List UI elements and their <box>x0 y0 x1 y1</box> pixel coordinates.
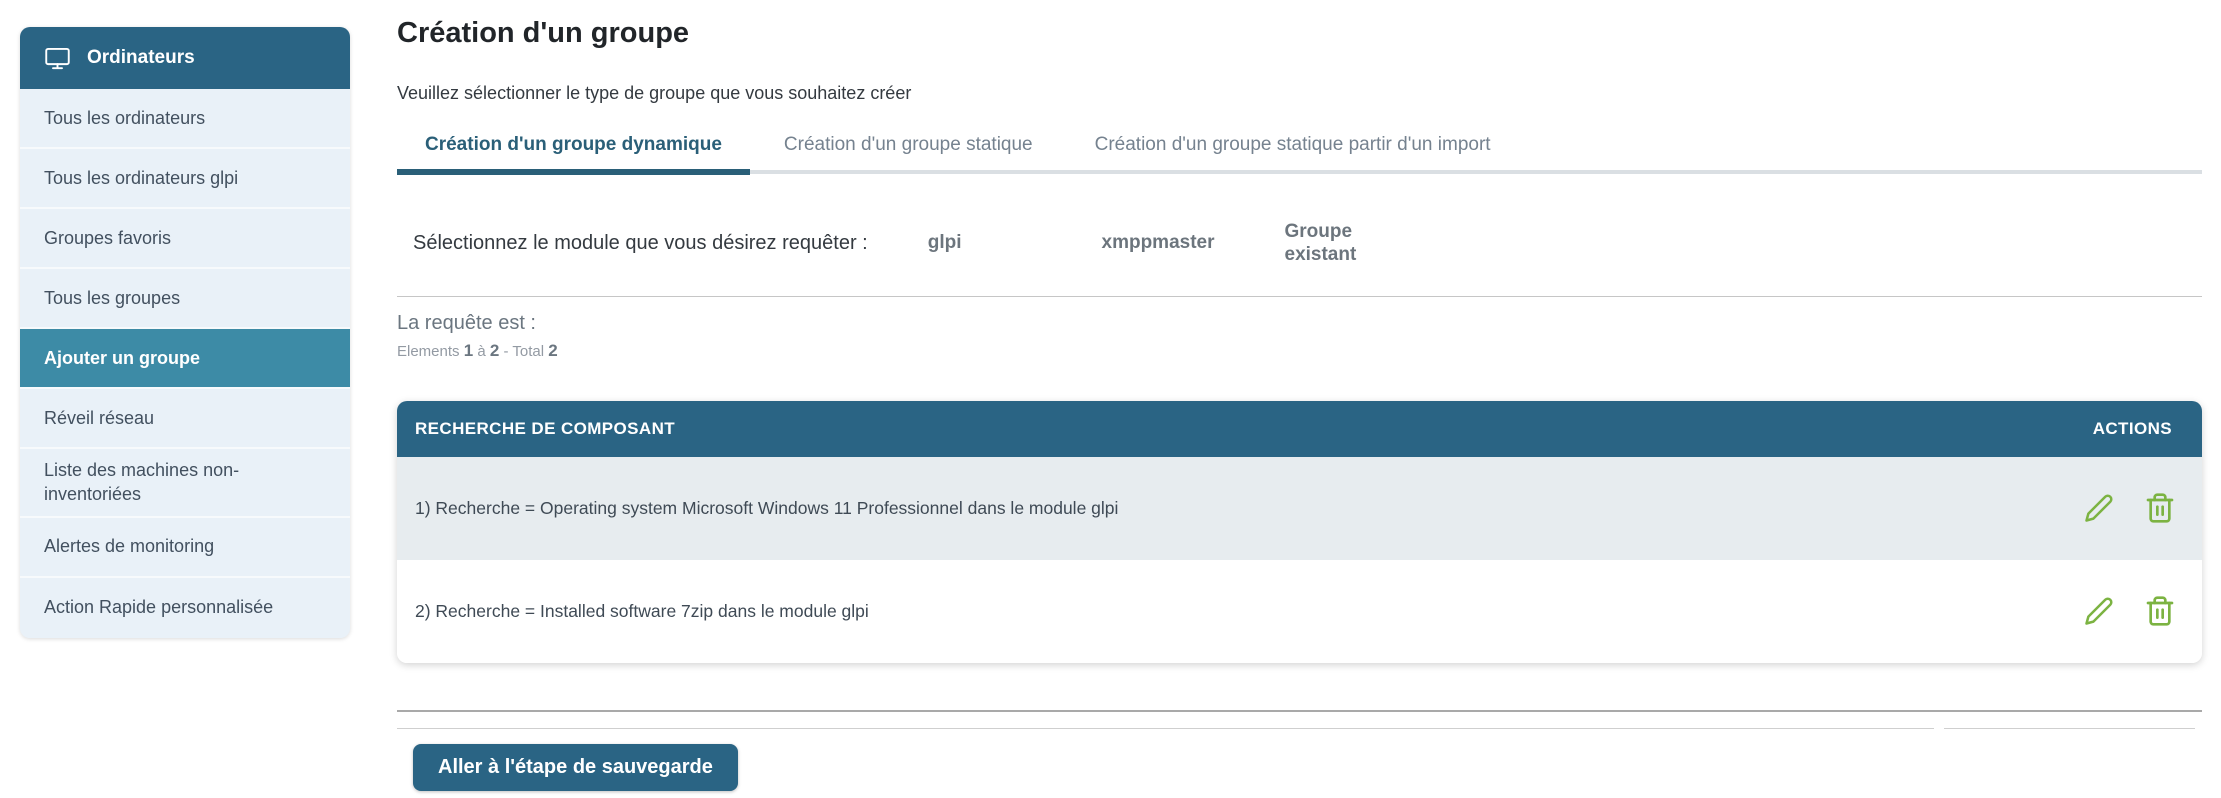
module-selector-label: Sélectionnez le module que vous désirez … <box>413 232 868 255</box>
divider-bottom-light <box>397 728 2195 729</box>
query-elements-summary: Elements 1 à 2 - Total 2 <box>397 341 2202 361</box>
sidebar-item-label: Liste des machines non-inventoriées <box>44 458 326 507</box>
sidebar-item-alertes-monitoring[interactable]: Alertes de monitoring <box>20 518 350 578</box>
sidebar-header-label: Ordinateurs <box>87 47 195 69</box>
page-title: Création d'un groupe <box>397 16 2202 51</box>
delete-icon[interactable] <box>2144 492 2176 524</box>
sidebar-header-ordinateurs: Ordinateurs <box>20 27 350 89</box>
search-components-table: RECHERCHE DE COMPOSANT ACTIONS 1) Recher… <box>397 401 2202 663</box>
divider-above-query <box>397 296 2202 297</box>
search-criterion-text: 2) Recherche = Installed software 7zip d… <box>415 601 869 622</box>
divider-segment <box>397 728 1934 729</box>
table-header-actions: ACTIONS <box>2093 419 2172 439</box>
divider-segment <box>1944 728 2195 729</box>
row-actions <box>2084 595 2176 627</box>
sidebar-item-ajouter-un-groupe[interactable]: Ajouter un groupe <box>20 329 350 389</box>
module-option-glpi[interactable]: glpi <box>928 232 962 255</box>
module-selector-row: Sélectionnez le module que vous désirez … <box>397 219 2202 269</box>
sidebar-item-label: Tous les ordinateurs glpi <box>44 166 238 190</box>
tab-groupe-dynamique[interactable]: Création d'un groupe dynamique <box>397 134 750 170</box>
module-option-xmppmaster[interactable]: xmppmaster <box>1102 232 1215 255</box>
elements-total: 2 <box>548 341 557 360</box>
table-row: 2) Recherche = Installed software 7zip d… <box>397 560 2202 663</box>
main-content: Création d'un groupe Veuillez sélectionn… <box>397 0 2202 791</box>
elements-to: 2 <box>490 341 499 360</box>
page-subtitle: Veuillez sélectionner le type de groupe … <box>397 83 2202 104</box>
sidebar-item-tous-les-ordinateurs[interactable]: Tous les ordinateurs <box>20 89 350 149</box>
edit-icon[interactable] <box>2084 493 2114 523</box>
sidebar-item-label: Action Rapide personnalisée <box>44 595 273 619</box>
elements-to-sep: à <box>477 343 485 360</box>
sidebar: Ordinateurs Tous les ordinateurs Tous le… <box>20 27 350 638</box>
search-criterion-text: 1) Recherche = Operating system Microsof… <box>415 498 1118 519</box>
tab-groupe-statique-import[interactable]: Création d'un groupe statique partir d'u… <box>1067 134 1519 170</box>
sidebar-item-reveil-reseau[interactable]: Réveil réseau <box>20 389 350 449</box>
sidebar-item-label: Groupes favoris <box>44 226 171 250</box>
sidebar-item-label: Ajouter un groupe <box>44 346 200 370</box>
tab-groupe-statique[interactable]: Création d'un groupe statique <box>756 134 1061 170</box>
query-label: La requête est : <box>397 312 2202 335</box>
table-header-row: RECHERCHE DE COMPOSANT ACTIONS <box>397 401 2202 457</box>
tab-bar: Création d'un groupe dynamique Création … <box>397 134 2202 174</box>
elements-from: 1 <box>464 341 473 360</box>
module-option-groupe-existant[interactable]: Groupe existant <box>1285 221 1385 267</box>
sidebar-item-machines-non-inventoriees[interactable]: Liste des machines non-inventoriées <box>20 449 350 518</box>
sidebar-item-groupes-favoris[interactable]: Groupes favoris <box>20 209 350 269</box>
delete-icon[interactable] <box>2144 595 2176 627</box>
table-row: 1) Recherche = Operating system Microsof… <box>397 457 2202 560</box>
elements-text: Elements <box>397 343 460 360</box>
sidebar-item-label: Tous les groupes <box>44 286 180 310</box>
sidebar-item-action-rapide[interactable]: Action Rapide personnalisée <box>20 578 350 638</box>
sidebar-item-label: Alertes de monitoring <box>44 534 214 558</box>
sidebar-item-label: Tous les ordinateurs <box>44 106 205 130</box>
monitor-icon <box>44 45 71 72</box>
elements-total-sep: - Total <box>504 343 545 360</box>
table-header-recherche: RECHERCHE DE COMPOSANT <box>415 419 675 439</box>
sidebar-item-label: Réveil réseau <box>44 406 154 430</box>
edit-icon[interactable] <box>2084 596 2114 626</box>
go-to-save-step-button[interactable]: Aller à l'étape de sauvegarde <box>413 744 738 791</box>
row-actions <box>2084 492 2176 524</box>
app-window: Ordinateurs Tous les ordinateurs Tous le… <box>0 0 2221 798</box>
sidebar-item-tous-les-groupes[interactable]: Tous les groupes <box>20 269 350 329</box>
sidebar-item-tous-les-ordinateurs-glpi[interactable]: Tous les ordinateurs glpi <box>20 149 350 209</box>
divider-bottom-dark <box>397 710 2202 712</box>
